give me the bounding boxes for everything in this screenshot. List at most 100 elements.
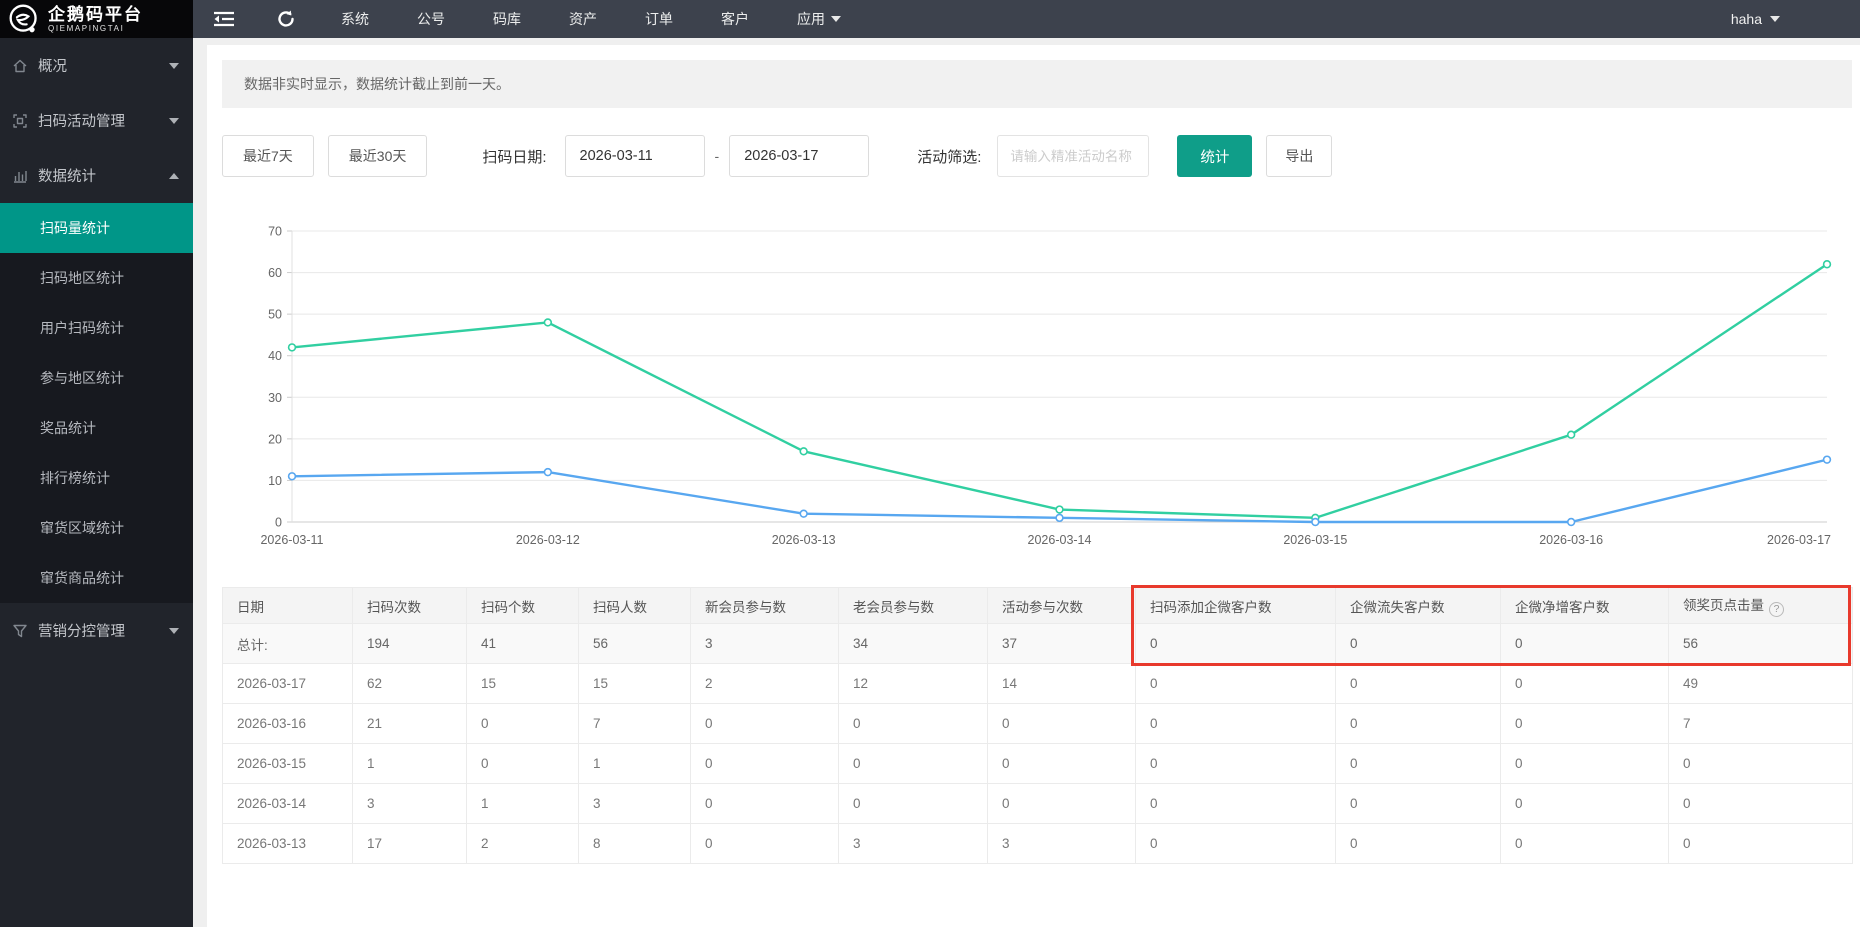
x-tick-label: 2026-03-12 bbox=[516, 533, 580, 547]
sidebar-subitem-用户扫码统计[interactable]: 用户扫码统计 bbox=[0, 303, 193, 353]
chevron-down-icon bbox=[1770, 16, 1780, 22]
table-cell: 0 bbox=[1669, 824, 1853, 864]
export-button[interactable]: 导出 bbox=[1266, 135, 1332, 177]
table-cell: 0 bbox=[1669, 784, 1853, 824]
table-cell: 0 bbox=[467, 704, 579, 744]
table-cell: 0 bbox=[1136, 824, 1336, 864]
table-cell: 7 bbox=[1669, 704, 1853, 744]
data-point-扫码个数 bbox=[1824, 456, 1831, 463]
table-cell: 0 bbox=[839, 704, 988, 744]
main-content: 数据非实时显示，数据统计截止到前一天。 最近7天 最近30天 扫码日期: - 活… bbox=[193, 38, 1860, 927]
table-cell: 0 bbox=[839, 784, 988, 824]
sidebar-item-label: 数据统计 bbox=[38, 165, 159, 186]
nav-item-系统[interactable]: 系统 bbox=[317, 0, 393, 38]
statistics-button[interactable]: 统计 bbox=[1177, 135, 1252, 177]
sidebar-item-label: 营销分控管理 bbox=[38, 620, 159, 641]
nav-item-公号[interactable]: 公号 bbox=[393, 0, 469, 38]
user-menu[interactable]: haha bbox=[1731, 0, 1860, 38]
total-cell: 194 bbox=[353, 624, 467, 664]
chevron-down-icon bbox=[169, 628, 179, 634]
sidebar-item-营销分控管理[interactable]: 营销分控管理 bbox=[0, 603, 193, 658]
total-cell: 总计: bbox=[223, 624, 353, 664]
data-point-扫码次数 bbox=[800, 448, 807, 455]
sidebar-subitem-窜货区域统计[interactable]: 窜货区域统计 bbox=[0, 503, 193, 553]
data-point-扫码个数 bbox=[544, 469, 551, 476]
data-point-扫码个数 bbox=[1312, 519, 1319, 526]
table-cell: 0 bbox=[839, 744, 988, 784]
x-tick-label: 2026-03-13 bbox=[772, 533, 836, 547]
table-cell: 0 bbox=[1669, 744, 1853, 784]
sidebar-subitem-扫码量统计[interactable]: 扫码量统计 bbox=[0, 203, 193, 253]
table-cell: 2026-03-13 bbox=[223, 824, 353, 864]
table-row: 2026-03-176215152121400049 bbox=[223, 664, 1853, 704]
column-header-企微净增客户数: 企微净增客户数 bbox=[1501, 588, 1669, 624]
table-total-row: 总计:19441563343700056 bbox=[223, 624, 1853, 664]
column-header-扫码添加企微客户数: 扫码添加企微客户数 bbox=[1136, 588, 1336, 624]
nav-item-码库[interactable]: 码库 bbox=[469, 0, 545, 38]
chevron-up-icon bbox=[169, 173, 179, 179]
marketing-icon bbox=[12, 623, 28, 639]
statistics-table: 日期扫码次数扫码个数扫码人数新会员参与数老会员参与数活动参与次数扫码添加企微客户… bbox=[222, 587, 1853, 864]
table-cell: 7 bbox=[579, 704, 691, 744]
data-point-扫码个数 bbox=[1568, 519, 1575, 526]
table-cell: 1 bbox=[353, 744, 467, 784]
last-7-days-button[interactable]: 最近7天 bbox=[222, 135, 314, 177]
sidebar-item-数据统计[interactable]: 数据统计 bbox=[0, 148, 193, 203]
sidebar-subitem-窜货商品统计[interactable]: 窜货商品统计 bbox=[0, 553, 193, 603]
nav-item-客户[interactable]: 客户 bbox=[697, 0, 773, 38]
line-series-扫码次数 bbox=[292, 264, 1827, 518]
table-cell: 0 bbox=[1336, 704, 1501, 744]
table-cell: 62 bbox=[353, 664, 467, 704]
table-cell: 12 bbox=[839, 664, 988, 704]
data-point-扫码个数 bbox=[289, 473, 296, 480]
date-from-input[interactable] bbox=[565, 135, 705, 177]
column-header-老会员参与数: 老会员参与数 bbox=[839, 588, 988, 624]
total-cell: 0 bbox=[1336, 624, 1501, 664]
y-tick-label: 60 bbox=[268, 266, 282, 280]
refresh-icon[interactable] bbox=[255, 0, 317, 38]
menu-fold-icon[interactable] bbox=[193, 0, 255, 38]
sidebar-item-概况[interactable]: 概况 bbox=[0, 38, 193, 93]
table-cell: 2026-03-17 bbox=[223, 664, 353, 704]
table-cell: 15 bbox=[579, 664, 691, 704]
table-row: 2026-03-1621070000007 bbox=[223, 704, 1853, 744]
y-tick-label: 50 bbox=[268, 308, 282, 322]
table-cell: 0 bbox=[1501, 824, 1669, 864]
last-30-days-button[interactable]: 最近30天 bbox=[328, 135, 428, 177]
x-tick-label: 2026-03-16 bbox=[1539, 533, 1603, 547]
sidebar-item-扫码活动管理[interactable]: 扫码活动管理 bbox=[0, 93, 193, 148]
table-cell: 2 bbox=[691, 664, 839, 704]
data-point-扫码次数 bbox=[1568, 431, 1575, 438]
total-cell: 0 bbox=[1136, 624, 1336, 664]
sidebar-subitem-排行榜统计[interactable]: 排行榜统计 bbox=[0, 453, 193, 503]
data-point-扫码次数 bbox=[544, 319, 551, 326]
logo-icon bbox=[8, 3, 40, 35]
table-cell: 2 bbox=[467, 824, 579, 864]
activity-filter-label: 活动筛选: bbox=[917, 146, 981, 167]
date-to-input[interactable] bbox=[729, 135, 869, 177]
table-row: 2026-03-1317280330000 bbox=[223, 824, 1853, 864]
sidebar-subitem-参与地区统计[interactable]: 参与地区统计 bbox=[0, 353, 193, 403]
help-icon[interactable]: ? bbox=[1769, 602, 1784, 617]
activity-name-input[interactable] bbox=[997, 135, 1149, 177]
sidebar-item-label: 扫码活动管理 bbox=[38, 110, 159, 131]
table-cell: 2026-03-15 bbox=[223, 744, 353, 784]
filter-bar: 最近7天 最近30天 扫码日期: - 活动筛选: 统计 导出 bbox=[222, 135, 1852, 177]
column-header-扫码次数: 扫码次数 bbox=[353, 588, 467, 624]
total-cell: 56 bbox=[1669, 624, 1853, 664]
table-cell: 2026-03-16 bbox=[223, 704, 353, 744]
x-tick-label: 2026-03-11 bbox=[260, 533, 323, 547]
nav-item-资产[interactable]: 资产 bbox=[545, 0, 621, 38]
column-header-日期: 日期 bbox=[223, 588, 353, 624]
content-panel: 数据非实时显示，数据统计截止到前一天。 最近7天 最近30天 扫码日期: - 活… bbox=[207, 45, 1860, 927]
column-header-新会员参与数: 新会员参与数 bbox=[691, 588, 839, 624]
table-cell: 1 bbox=[467, 784, 579, 824]
sidebar-subitem-奖品统计[interactable]: 奖品统计 bbox=[0, 403, 193, 453]
table-cell: 14 bbox=[988, 664, 1136, 704]
nav-item-订单[interactable]: 订单 bbox=[621, 0, 697, 38]
chevron-down-icon bbox=[169, 118, 179, 124]
app-title: 企鹅码平台 bbox=[48, 6, 143, 23]
nav-item-apps-dropdown[interactable]: 应用 bbox=[773, 0, 865, 38]
sidebar-subitem-扫码地区统计[interactable]: 扫码地区统计 bbox=[0, 253, 193, 303]
sidebar: 概况扫码活动管理数据统计扫码量统计扫码地区统计用户扫码统计参与地区统计奖品统计排… bbox=[0, 38, 193, 927]
